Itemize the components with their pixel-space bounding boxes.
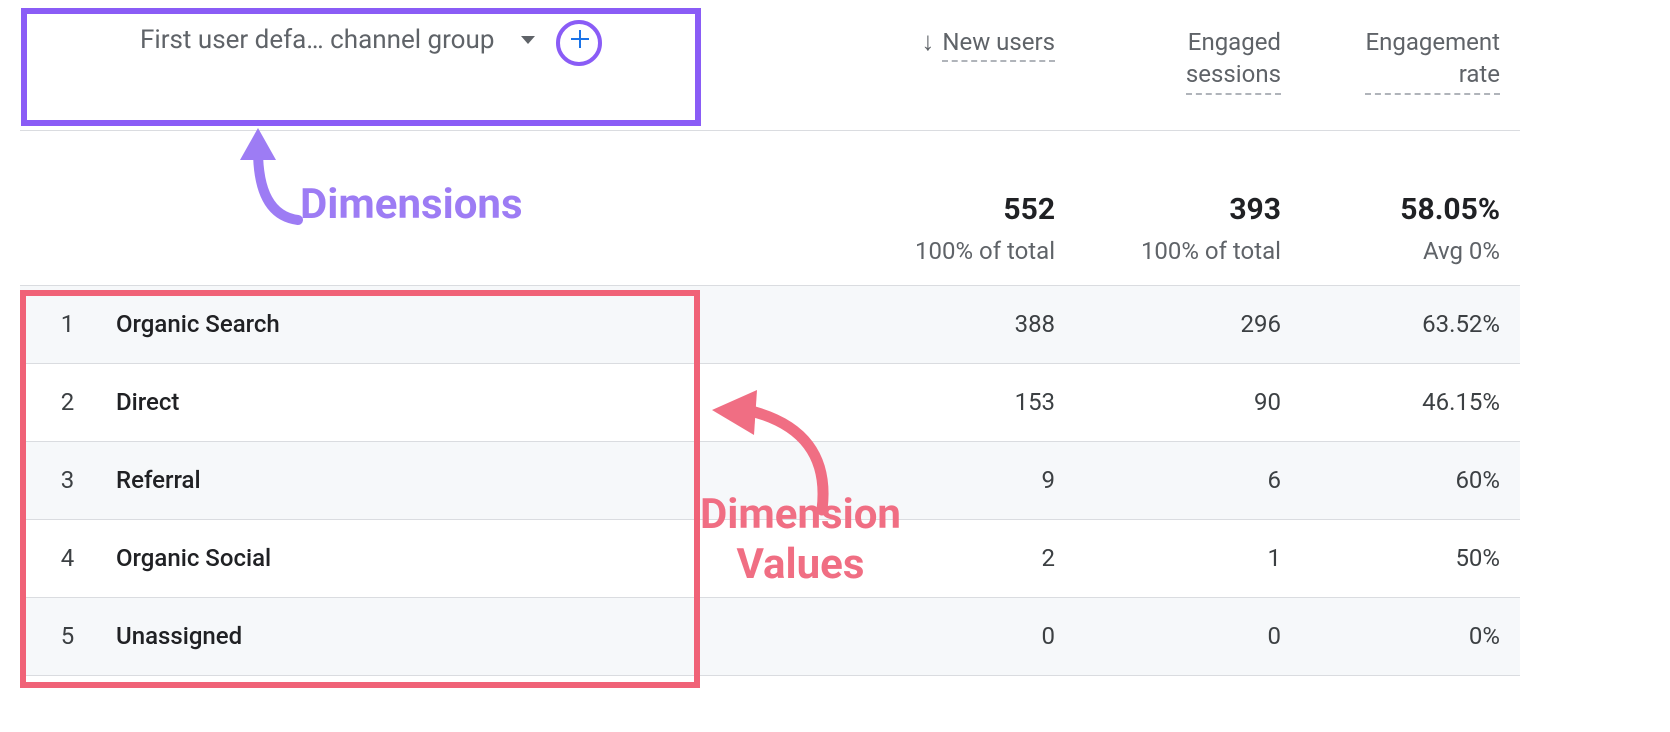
dimension-selector[interactable]: First user defa… channel group	[50, 20, 809, 60]
column-header-new-users[interactable]: ↓New users	[849, 0, 1075, 130]
table-row[interactable]: 5 Unassigned 0 0 0%	[20, 597, 1520, 675]
dimension-selector-label: First user defa… channel group	[140, 25, 494, 55]
table-row[interactable]: 3 Referral 9 6 60%	[20, 441, 1520, 519]
totals-new-users: 552 100% of total	[849, 130, 1075, 285]
column-header-engagement-rate[interactable]: Engagementrate	[1301, 0, 1520, 130]
add-dimension-button[interactable]	[562, 22, 598, 58]
table-row[interactable]: 4 Organic Social 2 1 50%	[20, 519, 1520, 597]
table-row[interactable]: 2 Direct 153 90 46.15%	[20, 363, 1520, 441]
totals-engaged-sessions: 393 100% of total	[1075, 130, 1301, 285]
sort-descending-icon: ↓	[921, 26, 934, 57]
column-header-engaged-sessions[interactable]: Engagedsessions	[1075, 0, 1301, 130]
totals-engagement-rate: 58.05% Avg 0%	[1301, 130, 1520, 285]
totals-row: 552 100% of total 393 100% of total 58.0…	[20, 130, 1520, 285]
dimension-value[interactable]: Direct	[115, 363, 849, 441]
chevron-down-icon[interactable]	[508, 20, 548, 60]
table-row[interactable]: 1 Organic Search 388 296 63.52%	[20, 285, 1520, 363]
dimension-value[interactable]: Organic Search	[115, 285, 849, 363]
data-rows: 1 Organic Search 388 296 63.52% 2 Direct…	[20, 285, 1520, 675]
report-table: First user defa… channel group ↓New user…	[20, 0, 1520, 676]
dimension-header-cell: First user defa… channel group	[20, 0, 849, 130]
dimension-value[interactable]: Organic Social	[115, 519, 849, 597]
dimension-value[interactable]: Unassigned	[115, 597, 849, 675]
dimension-value[interactable]: Referral	[115, 441, 849, 519]
